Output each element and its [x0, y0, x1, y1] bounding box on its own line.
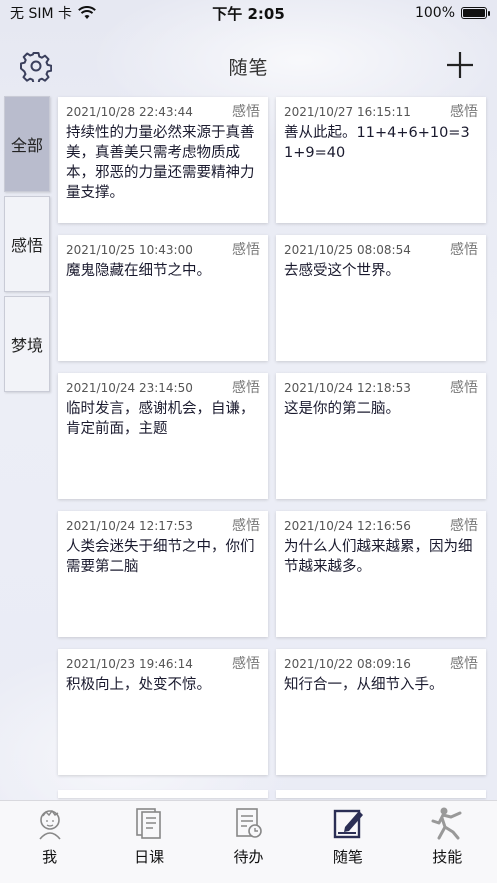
note-text: 这是你的第二脑。 — [284, 401, 400, 417]
note-card[interactable]: 2021/10/24 12:17:53 感悟 人类会迷失于细节之中，你们需要第二脑 — [58, 511, 268, 637]
note-category: 感悟 — [232, 104, 260, 120]
note-time: 2021/10/27 16:15:11 — [284, 105, 411, 119]
note-text: 人类会迷失于细节之中，你们需要第二脑 — [66, 539, 255, 575]
note-card[interactable]: 2021/10/27 16:15:11 感悟 善从此起。11+4+6+10=31+… — [276, 97, 486, 223]
note-text: 为什么人们越来越累，因为细节越来越多。 — [284, 539, 473, 575]
note-card[interactable]: 2021/10/24 12:16:56 感悟 为什么人们越来越累，因为细节越来越多… — [276, 511, 486, 637]
note-card[interactable]: 2021/10/22 08:09:16 感悟 知行合一，从细节入手。 — [276, 649, 486, 775]
status-bar: 无 SIM 卡 下午 2:05 100% — [0, 0, 497, 26]
note-text: 善从此起。11+4+6+10=31+9=40 — [284, 125, 470, 161]
note-time: 2021/10/28 22:43:44 — [66, 105, 193, 119]
note-text: 临时发言，感谢机会，自谦，肯定前面，主题 — [66, 401, 255, 437]
edit-note-icon — [333, 809, 363, 839]
note-card[interactable]: 2021/10/28 22:43:44 感悟 持续性的力量必然来源于真善美，真善美… — [58, 97, 268, 223]
note-time: 2021/10/22 08:09:16 — [284, 657, 411, 671]
note-text: 魔鬼隐藏在细节之中。 — [66, 263, 211, 279]
nav-bar: 随笔 — [0, 40, 497, 92]
wifi-icon — [78, 6, 96, 19]
note-category: 感悟 — [232, 380, 260, 396]
tab-label: 日课 — [134, 848, 165, 866]
note-time: 2021/10/23 19:46:14 — [66, 657, 193, 671]
note-card[interactable]: 2021/10/25 08:08:54 感悟 去感受这个世界。 — [276, 235, 486, 361]
todo-clock-icon — [236, 808, 263, 838]
tab-dream[interactable]: 梦境 — [4, 296, 50, 392]
tab-label: 随笔 — [332, 848, 363, 866]
note-card[interactable]: 2021/10/24 23:14:50 感悟 临时发言，感谢机会，自谦，肯定前面，… — [58, 373, 268, 499]
note-time: 2021/10/24 23:14:50 — [66, 381, 193, 395]
notes-grid: 2021/10/28 22:43:44 感悟 持续性的力量必然来源于真善美，真善美… — [58, 97, 486, 775]
page-title: 随笔 — [228, 56, 269, 79]
category-tabs: 全部 感悟 梦境 — [4, 96, 50, 396]
tab-skills[interactable]: 技能 — [402, 805, 492, 867]
note-text: 去感受这个世界。 — [284, 263, 400, 279]
tab-insight[interactable]: 感悟 — [4, 196, 50, 292]
note-category: 感悟 — [450, 656, 478, 672]
battery-icon — [461, 7, 490, 19]
note-time: 2021/10/24 12:17:53 — [66, 519, 193, 533]
next-row-peek — [58, 790, 486, 798]
note-time: 2021/10/24 12:16:56 — [284, 519, 411, 533]
note-time: 2021/10/25 10:43:00 — [66, 243, 193, 257]
tab-label: 我 — [42, 848, 58, 866]
tab-todo[interactable]: 待办 — [203, 805, 293, 867]
clock: 下午 2:05 — [212, 4, 285, 23]
tab-me[interactable]: 我 — [5, 805, 95, 867]
martial-arts-icon — [431, 807, 462, 840]
profile-avatar-icon — [39, 809, 61, 840]
gear-icon[interactable] — [20, 50, 52, 82]
carrier-label: 无 SIM 卡 — [10, 6, 72, 22]
tab-daily-lesson[interactable]: 日课 — [104, 805, 194, 867]
note-text: 知行合一，从细节入手。 — [284, 677, 444, 693]
bottom-tab-bar: 我 日课 待办 随笔 技能 — [0, 800, 497, 883]
tab-label: 感悟 — [10, 236, 43, 255]
tab-label: 梦境 — [10, 336, 43, 355]
note-text: 积极向上，处变不惊。 — [66, 677, 211, 693]
note-category: 感悟 — [232, 656, 260, 672]
tab-label: 技能 — [432, 848, 463, 866]
tab-all[interactable]: 全部 — [4, 96, 50, 192]
tab-label: 全部 — [10, 136, 43, 155]
note-card[interactable]: 2021/10/24 12:18:53 感悟 这是你的第二脑。 — [276, 373, 486, 499]
tab-label: 待办 — [233, 848, 264, 866]
note-category: 感悟 — [450, 380, 478, 396]
note-card[interactable]: 2021/10/23 19:46:14 感悟 积极向上，处变不惊。 — [58, 649, 268, 775]
plus-icon[interactable] — [445, 50, 475, 80]
note-text: 持续性的力量必然来源于真善美，真善美只需考虑物质成本，邪恶的力量还需要精神力量支… — [66, 125, 255, 201]
note-time: 2021/10/25 08:08:54 — [284, 243, 411, 257]
note-category: 感悟 — [232, 242, 260, 258]
tab-essay[interactable]: 随笔 — [303, 805, 393, 867]
note-category: 感悟 — [450, 518, 478, 534]
book-icon — [136, 808, 161, 839]
note-category: 感悟 — [450, 242, 478, 258]
battery-percent: 100% — [414, 5, 455, 21]
note-card[interactable]: 2021/10/25 10:43:00 感悟 魔鬼隐藏在细节之中。 — [58, 235, 268, 361]
note-category: 感悟 — [450, 104, 478, 120]
note-time: 2021/10/24 12:18:53 — [284, 381, 411, 395]
note-category: 感悟 — [232, 518, 260, 534]
